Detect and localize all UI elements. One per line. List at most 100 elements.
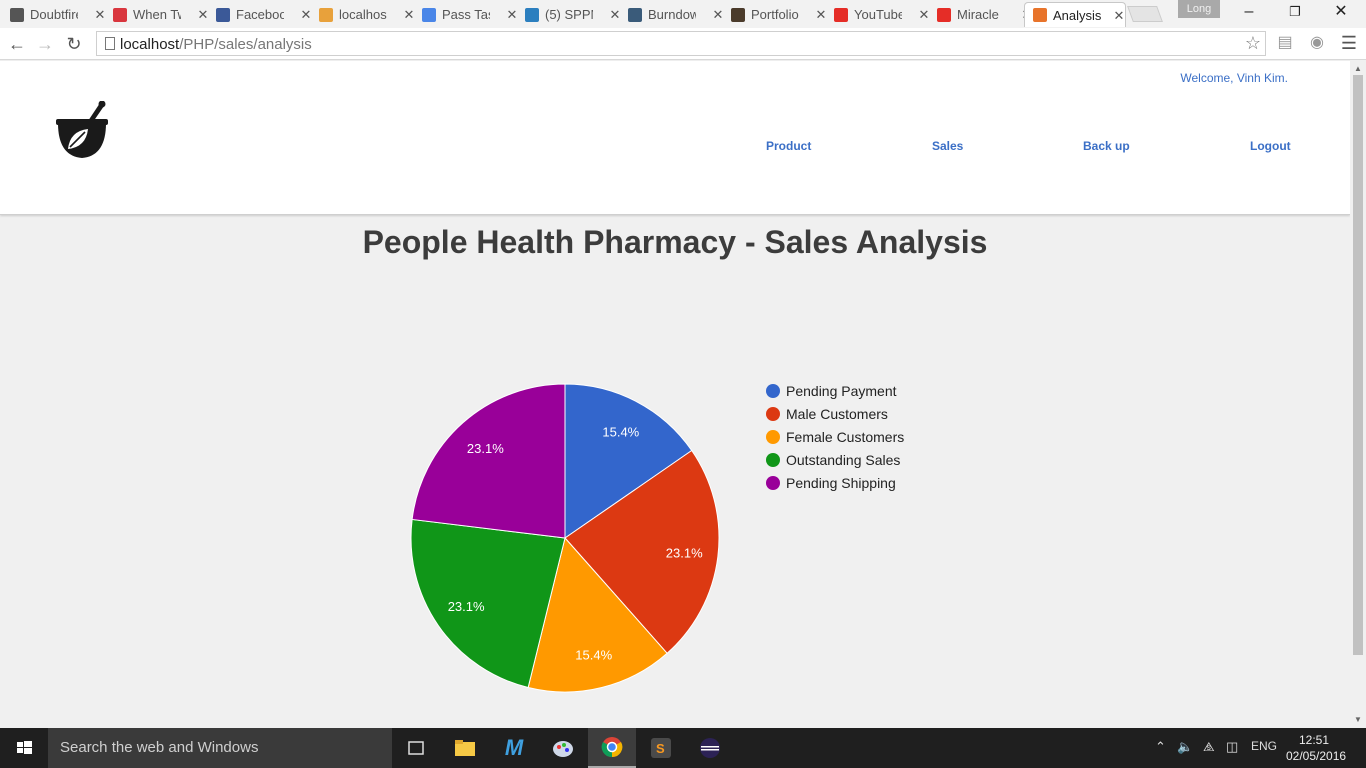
paint-app-icon[interactable] [539,728,587,768]
file-explorer-icon[interactable] [441,728,489,768]
pie-slice-label: 23.1% [666,545,703,560]
page-title: People Health Pharmacy - Sales Analysis [362,224,988,260]
tab-close-icon[interactable]: ✕ [94,7,106,23]
tab-favicon-icon [10,7,24,22]
menu-icon[interactable]: ☰ [1340,34,1358,52]
restore-icon[interactable]: ❐ [1272,0,1318,26]
legend-label[interactable]: Female Customers [786,429,904,445]
tab-close-icon[interactable]: ✕ [1113,8,1125,24]
show-hidden-icons-icon[interactable]: ⌃ [1155,739,1166,755]
legend-swatch [766,453,780,467]
nav-sales-link[interactable]: Sales [932,139,963,153]
page-scrollbar[interactable]: ▲ ▼ [1350,61,1366,728]
tab-close-icon[interactable]: ✕ [918,7,930,23]
tab-close-icon[interactable]: ✕ [815,7,827,23]
browser-tab[interactable]: localhost ✕ [319,2,415,27]
windows-start-icon[interactable] [0,728,48,768]
pie-slice[interactable] [411,383,566,539]
nav-product-link[interactable]: Product [766,139,811,153]
close-window-icon[interactable]: ✕ [1318,0,1364,26]
minimize-icon[interactable]: – [1226,0,1272,26]
volume-icon[interactable]: 🔈 [1177,739,1193,755]
tab-close-icon[interactable]: ✕ [712,7,724,23]
welcome-text: Welcome, Vinh Kim. [1180,71,1288,85]
tab-close-icon[interactable]: ✕ [609,7,621,23]
chrome-app-icon[interactable] [588,728,636,768]
svg-text:S: S [656,741,665,756]
bookmark-star-icon[interactable]: ☆ [1245,33,1261,54]
browser-tab[interactable]: Doubtfire ✕ [10,2,106,27]
maya-app-icon[interactable]: M [490,728,538,768]
nav-logout-link[interactable]: Logout [1250,139,1291,153]
legend-label[interactable]: Pending Payment [786,383,897,399]
site-header: Welcome, Vinh Kim. Product Sales Back up… [0,61,1350,215]
scroll-up-icon[interactable]: ▲ [1354,64,1362,73]
url-text: localhost/PHP/sales/analysis [120,36,312,53]
forward-arrow-icon[interactable]: → [33,32,57,56]
legend-label[interactable]: Pending Shipping [786,475,896,491]
tab-favicon-icon [834,7,848,22]
browser-tab[interactable]: YouTube ✕ [834,2,930,27]
browser-tab[interactable]: Miracle✕ [937,2,1033,27]
tab-title: (5) SPPM [545,7,593,22]
tab-favicon-icon [525,7,539,22]
nav-backup-link[interactable]: Back up [1083,139,1130,153]
profile-button[interactable]: Long [1178,0,1220,18]
tab-close-icon[interactable]: ✕ [197,7,209,23]
tab-title: Portfolio [751,7,799,22]
mortar-pestle-logo-icon [56,101,108,158]
browser-tab[interactable]: (5) SPPM ✕ [525,2,621,27]
tab-title: Facebook [236,7,284,22]
browser-tab[interactable]: Pass Task ✕ [422,2,518,27]
sublime-text-icon[interactable]: S [637,728,685,768]
taskbar-clock[interactable]: 12:51 02/05/2016 [1286,732,1347,764]
reload-icon[interactable]: ↻ [62,32,86,56]
new-tab-button[interactable] [1127,6,1163,22]
tab-strip: Doubtfire✕When Tw✕Facebook✕localhost✕Pas… [0,0,1366,28]
tab-favicon-icon [216,7,230,22]
tab-favicon-icon [937,7,951,22]
browser-tab[interactable]: Portfolio ✕ [731,2,827,27]
tab-favicon-icon [113,7,127,22]
pie-slice-label: 15.4% [575,648,612,663]
tab-title: Miracle [957,7,999,22]
legend-label[interactable]: Male Customers [786,406,888,422]
clock-time: 12:51 [1298,733,1330,747]
clock-date: 02/05/2016 [1286,749,1347,763]
pie-slice-label: 23.1% [448,599,485,614]
tab-close-icon[interactable]: ✕ [300,7,312,23]
wifi-icon[interactable]: ⧌ [1203,739,1215,755]
browser-tab[interactable]: When Tw ✕ [113,2,209,27]
legend-swatch [766,476,780,490]
tab-title: YouTube [854,7,902,22]
tab-title: Pass Task [442,7,490,22]
notifications-icon[interactable]: ◫ [1226,739,1238,755]
camera-icon[interactable]: ◉ [1308,34,1326,52]
tab-close-icon[interactable]: ✕ [403,7,415,23]
pie-slice-label: 23.1% [467,441,504,456]
tab-title: localhost [339,7,387,22]
tab-title: When Tw [133,7,181,22]
tab-favicon-icon [731,7,745,22]
back-arrow-icon[interactable]: ← [5,32,29,56]
browser-tab[interactable]: Burndow ✕ [628,2,724,27]
taskbar-search-input[interactable]: Search the web and Windows [48,728,392,768]
windows-taskbar: Search the web and Windows M S ⌃ 🔈 ⧌ ◫ E… [0,728,1366,768]
eclipse-app-icon[interactable] [686,728,734,768]
cast-icon[interactable]: ▤ [1276,34,1294,52]
tab-favicon-icon [628,7,642,22]
page-icon [105,37,115,50]
legend-swatch [766,407,780,421]
language-indicator[interactable]: ENG [1251,739,1277,753]
tab-close-icon[interactable]: ✕ [506,7,518,23]
scroll-down-icon[interactable]: ▼ [1354,715,1362,724]
address-bar[interactable]: localhost/PHP/sales/analysis ☆ [96,31,1266,56]
pie-slice-label: 15.4% [602,425,639,440]
tab-favicon-icon [319,7,333,22]
browser-tab[interactable]: Facebook ✕ [216,2,312,27]
legend-label[interactable]: Outstanding Sales [786,452,900,468]
task-view-icon[interactable] [392,728,440,768]
scroll-thumb[interactable] [1353,75,1363,655]
legend-swatch [766,430,780,444]
browser-tab[interactable]: Analysis ✕ [1024,2,1126,27]
